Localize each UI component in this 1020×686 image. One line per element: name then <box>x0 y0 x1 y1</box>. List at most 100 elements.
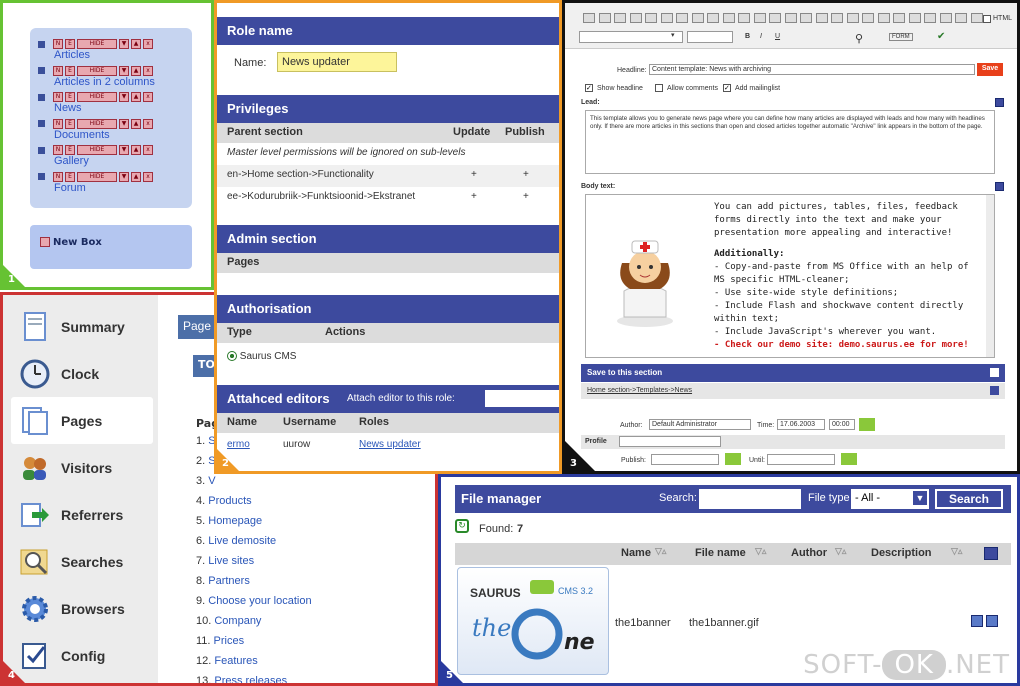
allow-comments-checkbox[interactable] <box>655 84 663 92</box>
menu-item-label[interactable]: News <box>54 102 82 114</box>
list-item-link[interactable]: Homepage <box>208 515 262 527</box>
list-item-link[interactable]: Press releases <box>214 675 287 683</box>
menu-item-label[interactable]: Articles <box>54 49 90 61</box>
size-select[interactable] <box>687 31 733 43</box>
list-item-link[interactable]: Company <box>214 615 261 627</box>
toolbar-button-icon[interactable] <box>738 13 750 23</box>
edit-icon[interactable]: E <box>65 92 75 102</box>
edit-icon[interactable]: E <box>65 65 75 76</box>
chevron-down-icon[interactable]: ▼ <box>119 65 129 76</box>
sort-icon[interactable]: ▽▵ <box>835 546 846 557</box>
sidebar-item-summary[interactable]: Summary <box>3 303 158 350</box>
close-icon[interactable]: x <box>143 65 153 76</box>
underline-button[interactable]: U <box>775 33 780 40</box>
expand-icon[interactable] <box>990 386 999 395</box>
edit-icon[interactable]: E <box>65 171 75 182</box>
save-button[interactable]: Save <box>977 63 1003 76</box>
new-icon[interactable]: N <box>53 92 63 102</box>
chevron-up-icon[interactable]: ▲ <box>131 65 141 76</box>
sort-icon[interactable]: ▽▵ <box>655 546 666 557</box>
list-item-link[interactable]: Live sites <box>208 555 254 567</box>
italic-button[interactable]: I <box>760 33 762 40</box>
menu-item-label[interactable]: Forum <box>54 182 86 194</box>
list-item-link[interactable]: Features <box>214 655 257 667</box>
toolbar-button-icon[interactable] <box>707 13 719 23</box>
radio-button[interactable] <box>227 351 237 362</box>
new-icon[interactable]: N <box>53 145 63 155</box>
delete-icon[interactable] <box>986 615 998 627</box>
new-icon[interactable]: N <box>53 39 63 49</box>
form-button[interactable]: FORM <box>889 33 913 41</box>
toolbar-button-icon[interactable] <box>955 13 967 23</box>
edit-icon[interactable]: E <box>65 118 75 129</box>
new-icon[interactable]: N <box>53 65 63 76</box>
edit-icon[interactable]: E <box>65 39 75 49</box>
refresh-icon[interactable]: ↻ <box>455 519 469 533</box>
time-input[interactable]: 00:00 <box>829 419 855 430</box>
toolbar-button-icon[interactable] <box>862 13 874 23</box>
toolbar-button-icon[interactable] <box>846 13 859 23</box>
hide-button[interactable]: HIDE <box>77 171 117 182</box>
toolbar-button-icon[interactable] <box>691 13 704 23</box>
collapse-icon[interactable] <box>995 98 1004 107</box>
toolbar-button-icon[interactable] <box>660 13 673 23</box>
toolbar-button-icon[interactable] <box>831 13 843 23</box>
bold-button[interactable]: B <box>745 33 750 40</box>
sidebar-item-visitors[interactable]: Visitors <box>3 444 158 491</box>
editor-role-link[interactable]: News updater <box>359 439 421 450</box>
chevron-up-icon[interactable]: ▲ <box>131 171 141 182</box>
publish-input[interactable] <box>651 454 719 465</box>
chevron-down-icon[interactable]: ▼ <box>119 171 129 182</box>
chevron-up-icon[interactable]: ▲ <box>131 39 141 49</box>
toolbar-button-icon[interactable] <box>629 13 642 23</box>
edit-icon[interactable]: E <box>65 145 75 155</box>
toolbar-button-icon[interactable] <box>800 13 812 23</box>
style-select[interactable] <box>579 31 683 43</box>
sidebar-item-config[interactable]: Config <box>3 632 158 679</box>
toolbar-button-icon[interactable] <box>893 13 905 23</box>
banner-thumbnail[interactable]: SAURUS CMS 3.2 the ne <box>457 567 609 675</box>
sidebar-item-referrers[interactable]: Referrers <box>3 491 158 538</box>
until-input[interactable] <box>767 454 835 465</box>
list-item-link[interactable]: Choose your location <box>208 595 311 607</box>
new-box-button[interactable]: New Box <box>30 225 192 269</box>
menu-item-label[interactable]: Documents <box>54 129 110 141</box>
chevron-up-icon[interactable]: ▲ <box>131 92 141 102</box>
sort-icon[interactable]: ▽▵ <box>755 546 766 557</box>
toolbar-button-icon[interactable] <box>769 13 781 23</box>
chevron-down-icon[interactable]: ▼ <box>119 92 129 102</box>
scrollbar[interactable] <box>986 195 994 357</box>
collapse-icon[interactable] <box>990 368 999 377</box>
list-item-link[interactable]: Prices <box>214 635 245 647</box>
calendar-button[interactable] <box>841 453 857 465</box>
update-flag[interactable]: + <box>471 169 477 180</box>
collapse-icon[interactable] <box>995 182 1004 191</box>
hide-button[interactable]: HIDE <box>77 92 117 102</box>
html-checkbox[interactable] <box>983 15 991 23</box>
profile-select[interactable] <box>619 436 721 447</box>
toolbar-button-icon[interactable] <box>815 13 828 23</box>
demo-link-text[interactable]: - Check our demo site: demo.saurus.ee fo… <box>714 339 984 352</box>
toolbar-button-icon[interactable] <box>676 13 688 23</box>
chevron-up-icon[interactable]: ▲ <box>131 118 141 129</box>
page-tab[interactable]: Page <box>178 315 218 339</box>
publish-flag[interactable]: + <box>523 191 529 202</box>
lead-textarea[interactable]: This template allows you to generate new… <box>585 110 995 174</box>
file-type-select[interactable]: - All - ▼ <box>851 489 929 509</box>
role-name-input[interactable]: News updater <box>277 52 397 72</box>
toolbar-button-icon[interactable] <box>645 13 657 23</box>
menu-item-label[interactable]: Gallery <box>54 155 89 167</box>
breadcrumb[interactable]: Home section->Templates->News <box>587 387 692 394</box>
edit-icon[interactable] <box>971 615 983 627</box>
chevron-up-icon[interactable]: ▲ <box>131 145 141 155</box>
add-file-icon[interactable] <box>984 547 998 560</box>
publish-flag[interactable]: + <box>523 169 529 180</box>
toolbar-button-icon[interactable] <box>924 13 936 23</box>
toolbar-button-icon[interactable] <box>614 13 626 23</box>
toolbar-button-icon[interactable] <box>583 13 595 23</box>
hide-button[interactable]: HIDE <box>77 65 117 76</box>
hide-button[interactable]: HIDE <box>77 145 117 155</box>
toolbar-button-icon[interactable] <box>877 13 890 23</box>
toolbar-button-icon[interactable] <box>970 13 983 23</box>
close-icon[interactable]: x <box>143 145 153 155</box>
